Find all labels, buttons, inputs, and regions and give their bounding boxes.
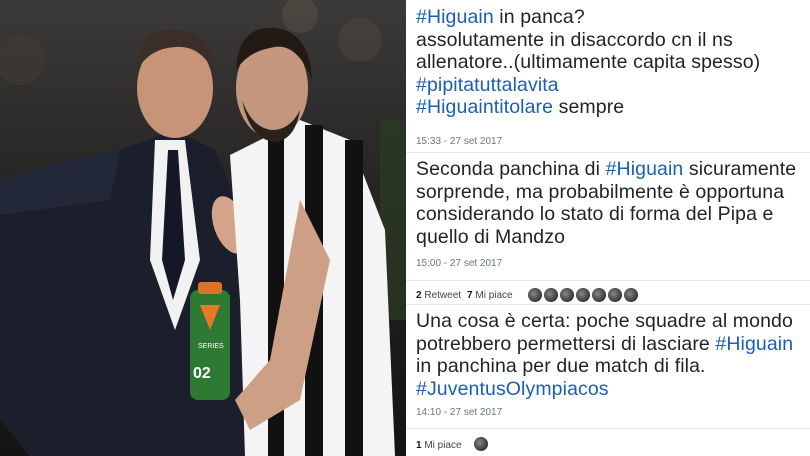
tweet-line: #pipitatuttalavita xyxy=(416,74,760,97)
tweet-3-time[interactable]: 14:10 - 27 set 2017 xyxy=(416,407,502,418)
tweet-3-text: Una cosa è certa: poche squadre al mondo… xyxy=(416,310,793,400)
tweet-text-segment: sorprende, ma probabilmente è opportuna xyxy=(416,180,785,203)
avatar[interactable] xyxy=(474,437,488,451)
photo-illustration: SERIES 02 xyxy=(0,0,406,456)
bottle-number: 02 xyxy=(193,365,211,382)
tweet-text-segment: sempre xyxy=(553,96,625,118)
tweet-2-time[interactable]: 15:00 - 27 set 2017 xyxy=(416,258,502,269)
tweet-1-time[interactable]: 15:33 - 27 set 2017 xyxy=(416,136,502,147)
avatar[interactable] xyxy=(560,288,574,302)
tweet-line: Una cosa è certa: poche squadre al mondo xyxy=(416,310,793,333)
tweet-3-stats: 1 Mi piace xyxy=(416,440,462,451)
like-stat[interactable]: 1 Mi piace xyxy=(416,440,462,451)
tweet-text-segment: Una cosa è certa: poche squadre al mondo xyxy=(416,310,793,332)
tweet-2-stats: 2 Retweet 7 Mi piace xyxy=(416,290,513,301)
tweet-line: quello di Mandzo xyxy=(416,226,796,249)
tweet-text-segment: allenatore..(ultimamente capita spesso) xyxy=(416,51,761,73)
tweet-text-segment: Seconda panchina di xyxy=(416,158,606,180)
divider xyxy=(406,428,810,429)
tweet-line: sorprende, ma probabilmente è opportuna xyxy=(416,181,796,204)
hashtag-link[interactable]: #Higuain xyxy=(606,158,684,180)
divider xyxy=(406,152,810,153)
tweet-text-segment: potrebbero permettersi di lasciare xyxy=(416,332,716,355)
bottle-brand: SERIES xyxy=(198,343,224,350)
hashtag-link[interactable]: #Higuain xyxy=(416,6,494,28)
avatar[interactable] xyxy=(544,288,558,302)
like-stat[interactable]: 7 Mi piace xyxy=(467,290,513,301)
hashtag-link[interactable]: #Higuaintitolare xyxy=(416,96,553,118)
liker-avatars[interactable] xyxy=(474,437,488,451)
tweet-line: potrebbero permettersi di lasciare #Higu… xyxy=(416,333,793,356)
avatar[interactable] xyxy=(624,288,638,302)
avatar[interactable] xyxy=(608,288,622,302)
tweet-text-segment: in panchina per due match di fila. xyxy=(416,355,706,377)
tweet-text-segment: sicuramente xyxy=(683,158,797,180)
tweet-text-segment: assolutamente in disaccordo cn il ns xyxy=(416,28,733,51)
tweet-line: Seconda panchina di #Higuain sicuramente xyxy=(416,158,796,181)
tweet-line: allenatore..(ultimamente capita spesso) xyxy=(416,51,760,74)
tweet-line: #JuventusOlympiacos xyxy=(416,378,793,401)
avatar[interactable] xyxy=(528,288,542,302)
tweet-text-segment: in panca? xyxy=(493,6,585,28)
retweet-stat[interactable]: 2 Retweet xyxy=(416,290,461,301)
tweet-text-segment: considerando lo stato di forma del Pipa … xyxy=(416,203,774,225)
tweet-line: #Higuaintitolare sempre xyxy=(416,96,760,119)
divider xyxy=(406,304,810,305)
hashtag-link[interactable]: #Higuain xyxy=(715,333,793,355)
divider xyxy=(406,280,810,281)
tweet-line: considerando lo stato di forma del Pipa … xyxy=(416,203,796,226)
news-photo: SERIES 02 xyxy=(0,0,406,456)
avatar[interactable] xyxy=(576,288,590,302)
tweet-line: assolutamente in disaccordo cn il ns xyxy=(416,29,760,52)
tweet-line: #Higuain in panca? xyxy=(416,6,760,29)
tweet-2-text: Seconda panchina di #Higuain sicuramente… xyxy=(416,158,796,248)
tweet-text-segment: quello di Mandzo xyxy=(416,225,566,248)
tweet-line: in panchina per due match di fila. xyxy=(416,355,793,378)
tweet-1-text: #Higuain in panca? assolutamente in disac… xyxy=(416,6,760,119)
liker-avatars[interactable] xyxy=(528,288,638,302)
hashtag-link[interactable]: #JuventusOlympiacos xyxy=(416,378,609,400)
tweets-panel: #Higuain in panca? assolutamente in disac… xyxy=(406,0,810,456)
hashtag-link[interactable]: #pipitatuttalavita xyxy=(416,74,559,96)
avatar[interactable] xyxy=(592,288,606,302)
